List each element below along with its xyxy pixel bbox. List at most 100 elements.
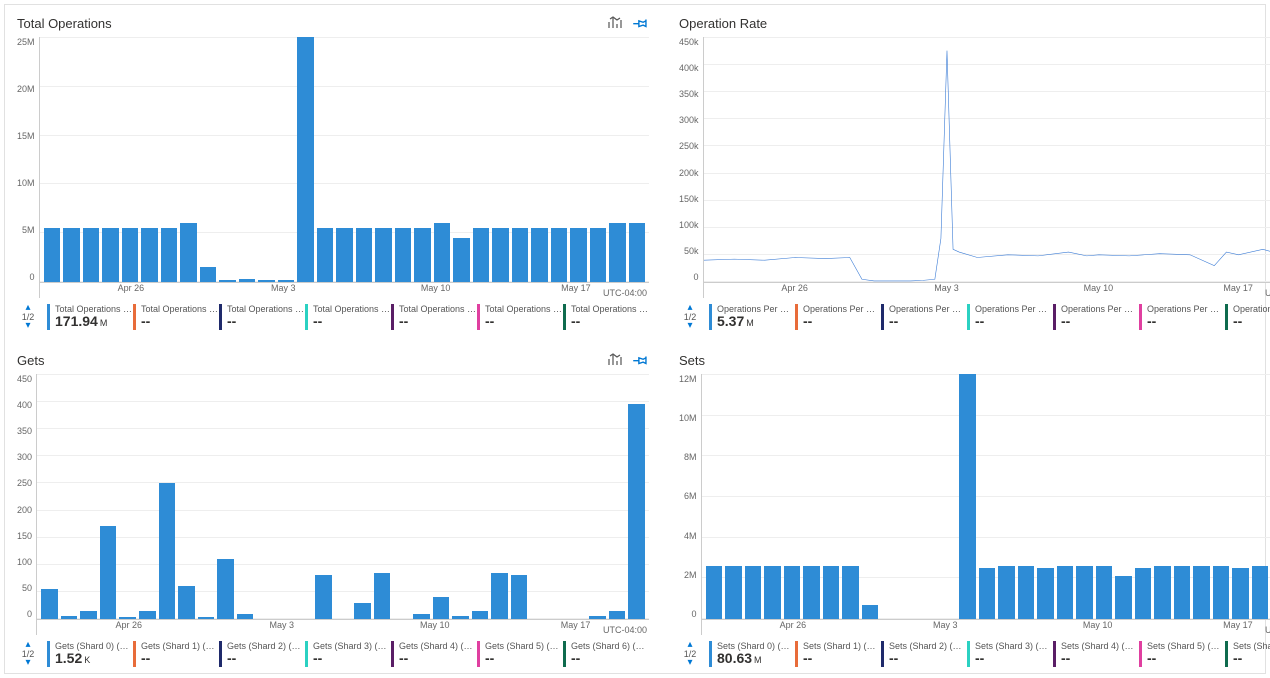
bar[interactable]: [44, 228, 61, 282]
bar[interactable]: [1252, 566, 1269, 619]
legend-item[interactable]: Total Operations (Sh…--: [477, 304, 563, 329]
legend-pager[interactable]: ▴ 1/2 ▾: [17, 304, 39, 330]
bar[interactable]: [1154, 566, 1171, 619]
legend-item[interactable]: Gets (Shard 4) (Sum)--: [391, 641, 477, 666]
chevron-down-icon[interactable]: ▾: [25, 659, 30, 667]
bar[interactable]: [1135, 568, 1152, 619]
bar[interactable]: [317, 228, 334, 282]
legend-item[interactable]: Operations Per Secon…--: [795, 304, 881, 329]
bar[interactable]: [80, 611, 97, 619]
legend-item[interactable]: Sets (Shard 4) (Sum)--: [1053, 641, 1139, 666]
bar[interactable]: [531, 228, 548, 282]
chevron-up-icon[interactable]: ▴: [687, 304, 692, 312]
legend-item[interactable]: Sets (Shard 0) (Sum)80.63M: [709, 641, 795, 666]
bar[interactable]: [1057, 566, 1074, 619]
pin-icon[interactable]: [633, 352, 649, 368]
bar[interactable]: [1174, 566, 1191, 619]
bar[interactable]: [159, 483, 176, 619]
chart-options-icon[interactable]: [607, 15, 623, 31]
bar[interactable]: [764, 566, 781, 619]
legend-item[interactable]: Total Operations (Sh…--: [391, 304, 477, 329]
legend-item[interactable]: Operations Per Secon…--: [1225, 304, 1270, 329]
bar[interactable]: [200, 267, 217, 282]
bar[interactable]: [1018, 566, 1035, 619]
bar[interactable]: [842, 566, 859, 619]
legend-pager[interactable]: ▴ 1/2 ▾: [679, 304, 701, 330]
bar[interactable]: [725, 566, 742, 619]
bar[interactable]: [217, 559, 234, 619]
legend-item[interactable]: Gets (Shard 6) (Sum)--: [563, 641, 649, 666]
bar[interactable]: [745, 566, 762, 619]
chevron-down-icon[interactable]: ▾: [687, 659, 692, 667]
legend-item[interactable]: Operations Per Secon…--: [881, 304, 967, 329]
bar[interactable]: [862, 605, 879, 619]
bar[interactable]: [472, 611, 489, 619]
legend-item[interactable]: Operations Per Secon…5.37M: [709, 304, 795, 329]
legend-item[interactable]: Total Operations (Sh…--: [563, 304, 649, 329]
bar[interactable]: [1076, 566, 1093, 619]
bar[interactable]: [492, 228, 509, 282]
bar[interactable]: [803, 566, 820, 619]
legend-item[interactable]: Operations Per Secon…--: [1139, 304, 1225, 329]
legend-item[interactable]: Sets (Shard 3) (Sum)--: [967, 641, 1053, 666]
bar[interactable]: [434, 223, 451, 282]
legend-item[interactable]: Total Operations (Sh…--: [219, 304, 305, 329]
bar[interactable]: [609, 223, 626, 282]
legend-item[interactable]: Total Operations (Sh…171.94M: [47, 304, 133, 329]
bar[interactable]: [83, 228, 100, 282]
bar[interactable]: [356, 228, 373, 282]
bar[interactable]: [297, 37, 314, 282]
bar[interactable]: [178, 586, 195, 619]
bar[interactable]: [1037, 568, 1054, 619]
bar[interactable]: [141, 228, 158, 282]
bar[interactable]: [374, 573, 391, 619]
chevron-up-icon[interactable]: ▴: [25, 641, 30, 649]
bar[interactable]: [998, 566, 1015, 619]
bar[interactable]: [1115, 576, 1132, 619]
bar[interactable]: [41, 589, 58, 619]
legend-item[interactable]: Gets (Shard 0) (Sum)1.52K: [47, 641, 133, 666]
legend-pager[interactable]: ▴ 1/2 ▾: [17, 641, 39, 667]
legend-item[interactable]: Sets (Shard 1) (Sum)--: [795, 641, 881, 666]
bar[interactable]: [570, 228, 587, 282]
bar[interactable]: [453, 238, 470, 282]
chevron-up-icon[interactable]: ▴: [25, 304, 30, 312]
pin-icon[interactable]: [633, 15, 649, 31]
bar[interactable]: [139, 611, 156, 619]
bar[interactable]: [628, 404, 645, 619]
bar[interactable]: [1232, 568, 1249, 619]
legend-item[interactable]: Gets (Shard 3) (Sum)--: [305, 641, 391, 666]
bar[interactable]: [1096, 566, 1113, 619]
legend-item[interactable]: Gets (Shard 5) (Sum)--: [477, 641, 563, 666]
bar[interactable]: [959, 374, 976, 619]
bar[interactable]: [706, 566, 723, 619]
bar[interactable]: [395, 228, 412, 282]
line-series[interactable]: [704, 51, 1270, 281]
legend-item[interactable]: Total Operations (Sh…--: [133, 304, 219, 329]
chart-plot[interactable]: Apr 26May 3May 10May 17 UTC-04:00: [39, 37, 649, 298]
bar[interactable]: [823, 566, 840, 619]
bar[interactable]: [784, 566, 801, 619]
chart-plot[interactable]: Apr 26May 3May 10May 17 UTC-04:00: [701, 374, 1270, 635]
bar[interactable]: [511, 575, 528, 619]
bar[interactable]: [629, 223, 646, 282]
chevron-down-icon[interactable]: ▾: [25, 322, 30, 330]
legend-item[interactable]: Gets (Shard 2) (Sum)--: [219, 641, 305, 666]
bar[interactable]: [161, 228, 178, 282]
bar[interactable]: [551, 228, 568, 282]
bar[interactable]: [491, 573, 508, 619]
bar[interactable]: [414, 228, 431, 282]
legend-item[interactable]: Operations Per Secon…--: [967, 304, 1053, 329]
chevron-down-icon[interactable]: ▾: [687, 322, 692, 330]
bar[interactable]: [180, 223, 197, 282]
bar[interactable]: [1193, 566, 1210, 619]
chart-options-icon[interactable]: [607, 352, 623, 368]
legend-item[interactable]: Total Operations (Sh…--: [305, 304, 391, 329]
bar[interactable]: [1213, 566, 1230, 619]
chevron-up-icon[interactable]: ▴: [687, 641, 692, 649]
legend-pager[interactable]: ▴ 1/2 ▾: [679, 641, 701, 667]
bar[interactable]: [354, 603, 371, 619]
bar[interactable]: [375, 228, 392, 282]
bar[interactable]: [63, 228, 80, 282]
bar[interactable]: [473, 228, 490, 282]
